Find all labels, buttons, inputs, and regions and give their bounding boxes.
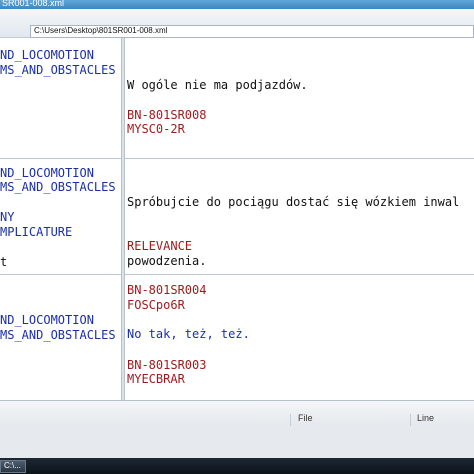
status-divider [410,414,411,426]
taskbar-item-label: C:\... [4,461,21,470]
left-line: MPLICATURE [0,225,73,239]
right-line: Spróbujcie do pociągu dostać się wózkiem… [127,195,460,209]
title-bar: SR001-008.xml [0,0,474,9]
window-title: SR001-008.xml [2,0,65,8]
status-file-label: File [298,413,313,423]
left-line: MS_AND_OBSTACLES [0,328,116,342]
row-divider [0,274,121,275]
right-line: powodzenia. [127,254,207,268]
bottom-panel [0,426,474,458]
path-text: C:\Users\Desktop\801SR001-008.xml [34,26,168,35]
right-pane[interactable]: W ogóle nie ma podjazdów. BN-801SR008 MY… [125,38,474,400]
left-line: MS_AND_OBSTACLES [0,180,116,194]
left-line: ND_LOCOMOTION [0,313,94,327]
row-divider [125,158,474,159]
left-pane[interactable]: ND_LOCOMOTION MS_AND_OBSTACLES ND_LOCOMO… [0,38,121,400]
right-line: No tak, też, też. [127,327,250,341]
path-field[interactable]: C:\Users\Desktop\801SR001-008.xml [30,25,474,38]
right-line: MYECBRAR [127,372,185,386]
left-line: t [0,255,8,269]
left-line: ND_LOCOMOTION [0,166,94,180]
status-divider [290,414,291,426]
status-line-label: Line [417,413,435,423]
right-line: RELEVANCE [127,239,193,253]
row-divider [125,274,474,275]
address-toolbar: C:\Users\Desktop\801SR001-008.xml [0,9,474,38]
right-line: W ogóle nie ma podjazdów. [127,78,308,92]
status-bar: File Line [0,400,474,427]
right-line: BN-801SR003 [127,358,207,372]
right-line: MYSC0-2R [127,122,185,136]
row-divider [0,158,121,159]
right-line: FOSCpo6R [127,298,185,312]
left-line: ND_LOCOMOTION [0,48,94,62]
right-line: BN-801SR008 [127,108,207,122]
left-line: MS_AND_OBSTACLES [0,63,116,77]
taskbar-item[interactable]: C:\... [0,460,26,473]
left-line: NY [0,210,15,224]
taskbar: C:\... [0,458,474,474]
right-line: BN-801SR004 [127,283,207,297]
